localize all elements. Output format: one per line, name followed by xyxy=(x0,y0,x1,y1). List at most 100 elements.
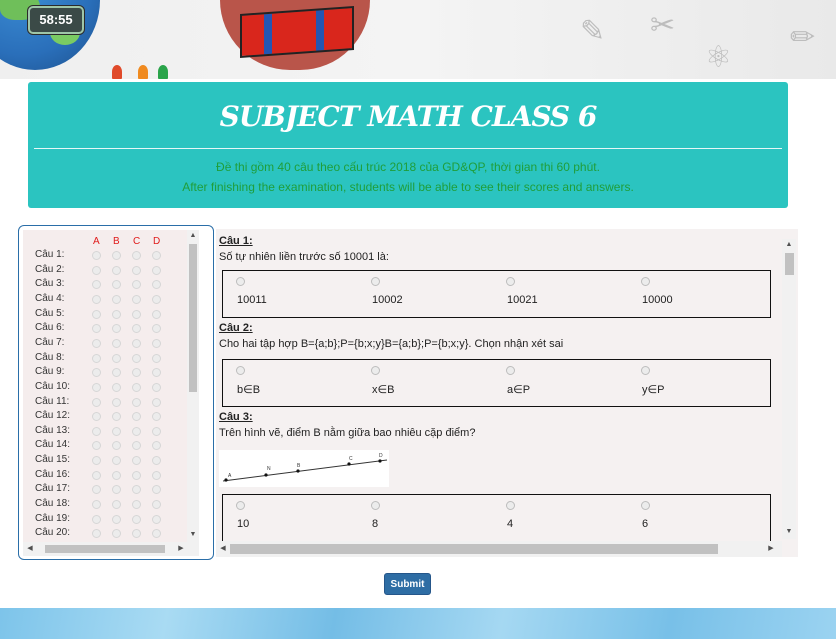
answer-radio[interactable] xyxy=(92,368,101,378)
answer-radio[interactable] xyxy=(132,441,141,451)
answer-radio[interactable] xyxy=(112,485,121,495)
answer-radio[interactable] xyxy=(92,500,101,510)
scrollbar-thumb[interactable] xyxy=(189,244,197,392)
arrow-right-icon[interactable]: ▶ xyxy=(176,544,186,554)
answer-radio[interactable] xyxy=(132,412,141,422)
answer-radio[interactable] xyxy=(92,426,101,436)
answer-radio[interactable] xyxy=(112,397,121,407)
answer-radio[interactable] xyxy=(92,470,101,480)
radio-icon[interactable] xyxy=(371,277,380,286)
answer-radio[interactable] xyxy=(152,353,161,363)
answer-radio[interactable] xyxy=(152,500,161,510)
answer-radio[interactable] xyxy=(132,309,141,319)
arrow-up-icon[interactable]: ▲ xyxy=(784,240,794,250)
answer-radio[interactable] xyxy=(112,368,121,378)
answer-radio[interactable] xyxy=(132,294,141,304)
answer-radio[interactable] xyxy=(112,500,121,510)
radio-icon[interactable] xyxy=(506,277,515,286)
answer-radio[interactable] xyxy=(132,456,141,466)
answer-radio[interactable] xyxy=(152,324,161,334)
arrow-up-icon[interactable]: ▲ xyxy=(188,231,198,241)
answer-radio[interactable] xyxy=(152,309,161,319)
option-d[interactable]: y∈P xyxy=(628,366,758,396)
answer-radio[interactable] xyxy=(132,265,141,275)
answer-radio[interactable] xyxy=(152,456,161,466)
radio-icon[interactable] xyxy=(641,366,650,375)
answer-radio[interactable] xyxy=(132,529,141,539)
answer-radio[interactable] xyxy=(152,412,161,422)
answer-radio[interactable] xyxy=(132,280,141,290)
answer-radio[interactable] xyxy=(92,382,101,392)
option-c[interactable]: a∈P xyxy=(493,366,623,396)
answer-radio[interactable] xyxy=(152,280,161,290)
radio-icon[interactable] xyxy=(371,501,380,510)
answer-radio[interactable] xyxy=(152,294,161,304)
answer-radio[interactable] xyxy=(92,338,101,348)
answer-sheet-horizontal-scrollbar[interactable]: ◀ ▶ xyxy=(23,542,199,556)
answer-radio[interactable] xyxy=(92,309,101,319)
answer-radio[interactable] xyxy=(112,265,121,275)
answer-radio[interactable] xyxy=(112,353,121,363)
answer-radio[interactable] xyxy=(152,397,161,407)
answer-radio[interactable] xyxy=(152,529,161,539)
answer-radio[interactable] xyxy=(92,397,101,407)
radio-icon[interactable] xyxy=(506,366,515,375)
radio-icon[interactable] xyxy=(236,277,245,286)
answer-radio[interactable] xyxy=(112,280,121,290)
answer-radio[interactable] xyxy=(92,353,101,363)
question-horizontal-scrollbar[interactable]: ◀ ▶ xyxy=(216,541,782,557)
answer-radio[interactable] xyxy=(112,309,121,319)
option-b[interactable]: 10002 xyxy=(358,277,488,306)
answer-radio[interactable] xyxy=(132,514,141,524)
option-b[interactable]: 8 xyxy=(358,501,488,530)
scrollbar-thumb[interactable] xyxy=(230,544,718,554)
scrollbar-thumb[interactable] xyxy=(785,253,794,275)
scrollbar-thumb[interactable] xyxy=(45,545,165,553)
answer-radio[interactable] xyxy=(132,324,141,334)
answer-radio[interactable] xyxy=(152,338,161,348)
answer-radio[interactable] xyxy=(152,382,161,392)
option-c[interactable]: 4 xyxy=(493,501,623,530)
answer-radio[interactable] xyxy=(92,294,101,304)
answer-radio[interactable] xyxy=(132,426,141,436)
option-c[interactable]: 10021 xyxy=(493,277,623,306)
radio-icon[interactable] xyxy=(236,501,245,510)
answer-radio[interactable] xyxy=(92,529,101,539)
answer-radio[interactable] xyxy=(112,338,121,348)
answer-radio[interactable] xyxy=(152,368,161,378)
answer-radio[interactable] xyxy=(112,412,121,422)
arrow-left-icon[interactable]: ◀ xyxy=(218,544,228,554)
option-d[interactable]: 6 xyxy=(628,501,758,530)
arrow-right-icon[interactable]: ▶ xyxy=(766,544,776,554)
answer-radio[interactable] xyxy=(132,397,141,407)
answer-radio[interactable] xyxy=(132,353,141,363)
answer-radio[interactable] xyxy=(92,456,101,466)
answer-radio[interactable] xyxy=(92,265,101,275)
answer-radio[interactable] xyxy=(132,251,141,260)
answer-radio[interactable] xyxy=(152,485,161,495)
question-vertical-scrollbar[interactable]: ▲ ▼ xyxy=(782,239,796,539)
answer-radio[interactable] xyxy=(112,514,121,524)
answer-radio[interactable] xyxy=(152,441,161,451)
answer-radio[interactable] xyxy=(112,441,121,451)
answer-radio[interactable] xyxy=(132,500,141,510)
answer-radio[interactable] xyxy=(152,265,161,275)
answer-radio[interactable] xyxy=(92,324,101,334)
answer-radio[interactable] xyxy=(152,426,161,436)
answer-radio[interactable] xyxy=(112,470,121,480)
answer-radio[interactable] xyxy=(132,470,141,480)
answer-radio[interactable] xyxy=(112,251,121,260)
arrow-left-icon[interactable]: ◀ xyxy=(25,544,35,554)
answer-radio[interactable] xyxy=(112,324,121,334)
answer-radio[interactable] xyxy=(132,382,141,392)
answer-radio[interactable] xyxy=(152,470,161,480)
submit-button[interactable]: Submit xyxy=(384,573,431,595)
answer-radio[interactable] xyxy=(92,251,101,260)
answer-radio[interactable] xyxy=(112,294,121,304)
answer-radio[interactable] xyxy=(132,338,141,348)
answer-radio[interactable] xyxy=(152,514,161,524)
option-a[interactable]: b∈B xyxy=(223,366,353,396)
answer-radio[interactable] xyxy=(92,441,101,451)
answer-radio[interactable] xyxy=(132,368,141,378)
answer-radio[interactable] xyxy=(112,426,121,436)
